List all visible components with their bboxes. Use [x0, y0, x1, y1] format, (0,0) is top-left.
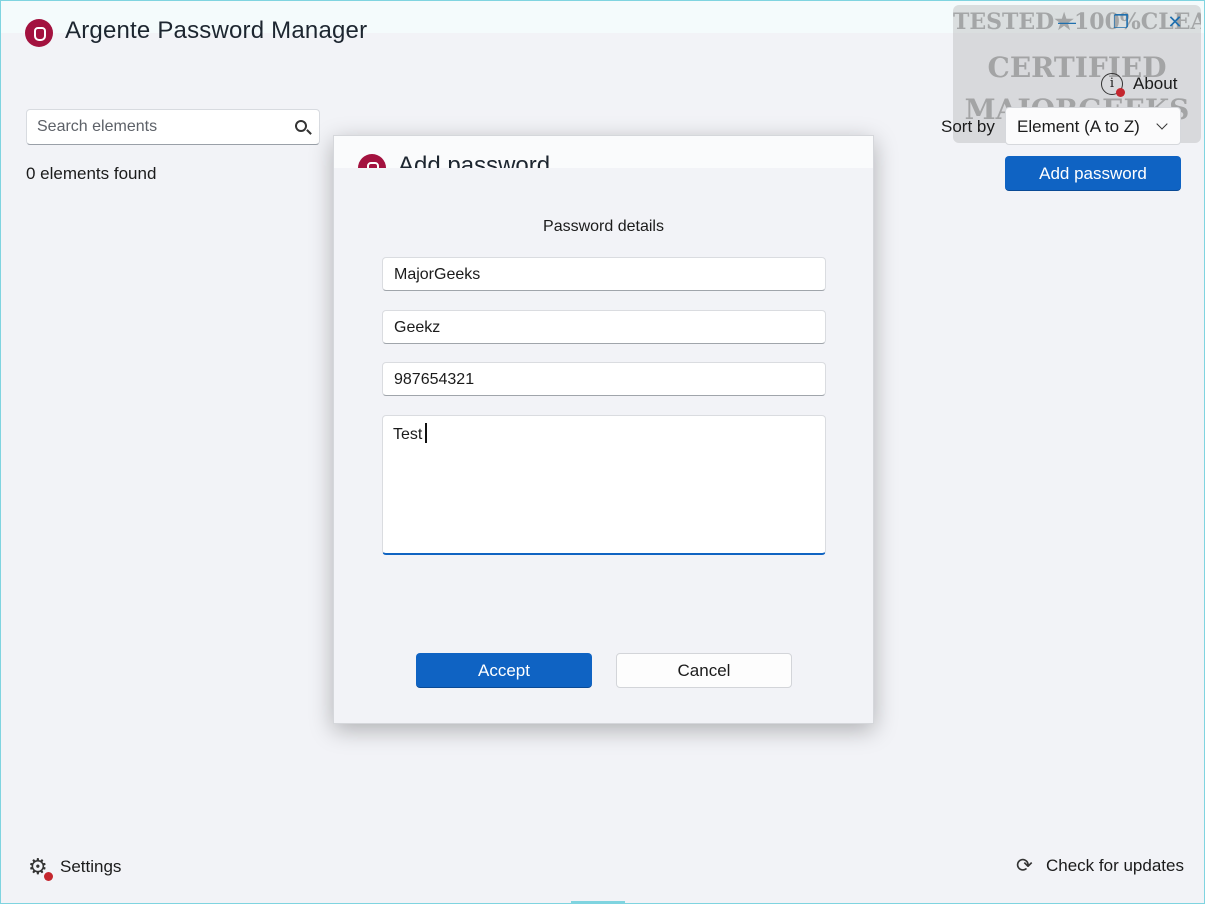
- settings-label: Settings: [60, 857, 122, 876]
- notification-dot: [1116, 88, 1125, 97]
- notes-textarea[interactable]: Test: [382, 415, 826, 555]
- settings-notification-dot: [44, 872, 53, 881]
- search-box[interactable]: [26, 109, 320, 145]
- maximize-button[interactable]: ❐: [1106, 9, 1136, 35]
- element-field[interactable]: MajorGeeks: [382, 257, 826, 291]
- minimize-button[interactable]: —: [1052, 9, 1082, 35]
- info-icon: i: [1101, 73, 1125, 97]
- dialog-logo-icon: [358, 154, 386, 168]
- app-window: Argente Password Manager TESTED★100%CLEA…: [0, 0, 1205, 904]
- app-title: Argente Password Manager: [65, 17, 368, 44]
- refresh-icon: ⟳: [1016, 855, 1033, 877]
- check-updates-button[interactable]: ⟳ Check for updates: [1016, 856, 1184, 876]
- close-button[interactable]: ✕: [1160, 9, 1190, 35]
- dialog-title: Add password: [398, 152, 551, 168]
- app-logo-icon: [25, 19, 53, 47]
- add-password-dialog: Add password Password details MajorGeeks…: [333, 135, 874, 724]
- sort-label: Sort by: [941, 117, 995, 136]
- dialog-header: Add password: [334, 136, 873, 168]
- password-field[interactable]: 987654321: [382, 362, 826, 396]
- about-button[interactable]: i About: [1101, 73, 1178, 97]
- sort-dropdown[interactable]: Element (A to Z): [1005, 107, 1181, 145]
- window-controls: — ❐ ✕: [1052, 9, 1190, 35]
- elements-count: 0 elements found: [26, 164, 157, 183]
- cancel-button[interactable]: Cancel: [616, 653, 792, 688]
- add-password-button[interactable]: Add password: [1005, 156, 1181, 191]
- sort-selected-value: Element (A to Z): [1017, 117, 1140, 136]
- gear-icon: ⚙: [28, 856, 53, 881]
- search-input[interactable]: [37, 116, 287, 138]
- text-cursor: [425, 423, 427, 443]
- accept-button[interactable]: Accept: [416, 653, 592, 688]
- search-icon[interactable]: [295, 120, 307, 132]
- updates-label: Check for updates: [1046, 856, 1184, 875]
- section-title: Password details: [543, 218, 664, 235]
- username-field[interactable]: Geekz: [382, 310, 826, 344]
- notes-text: Test: [393, 426, 423, 443]
- chevron-down-icon: [1156, 118, 1168, 130]
- settings-button[interactable]: ⚙ Settings: [28, 856, 122, 881]
- about-label: About: [1133, 74, 1178, 93]
